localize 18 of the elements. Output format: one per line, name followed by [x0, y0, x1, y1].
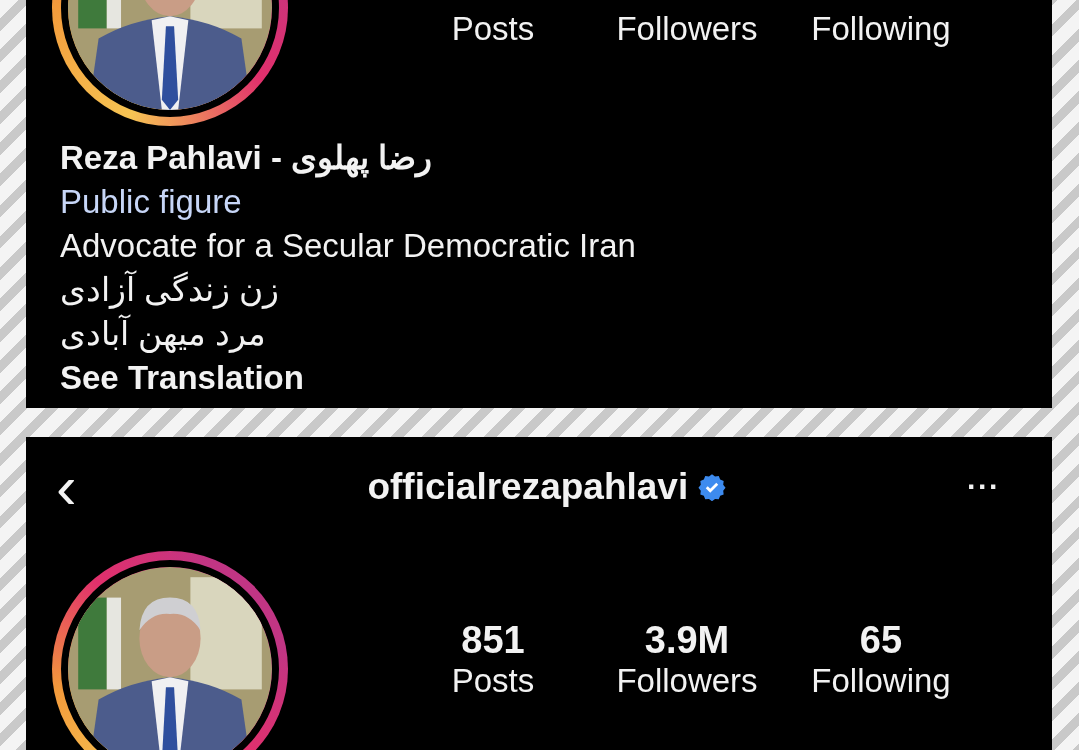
see-translation-link[interactable]: See Translation — [60, 359, 304, 396]
profile-name: Reza Pahlavi - رضا پهلوی — [60, 138, 434, 180]
stat-label[interactable]: Posts — [451, 9, 535, 49]
stat-label[interactable]: Followers — [616, 661, 758, 701]
back-button[interactable]: ‹ — [56, 457, 77, 517]
stat-label[interactable]: Followers — [616, 9, 758, 49]
profile-category: Public figure — [60, 182, 243, 222]
bio-line: مرد میهن آبادی — [60, 315, 267, 352]
stat-count: 851 — [461, 619, 525, 661]
stat-label[interactable]: Following — [811, 661, 951, 701]
bio-line: Advocate for a Secular Democratic Iran — [60, 227, 636, 264]
more-menu-button[interactable]: ··· — [967, 470, 1000, 504]
stat-count: 65 — [859, 619, 903, 661]
bio-line: زن زندگی آزادی — [60, 271, 280, 308]
stat-count: 3.9M — [644, 619, 730, 661]
username: officialrezapahlavi — [367, 466, 689, 508]
stat-label[interactable]: Following — [811, 9, 951, 49]
stat-label[interactable]: Posts — [451, 661, 535, 701]
